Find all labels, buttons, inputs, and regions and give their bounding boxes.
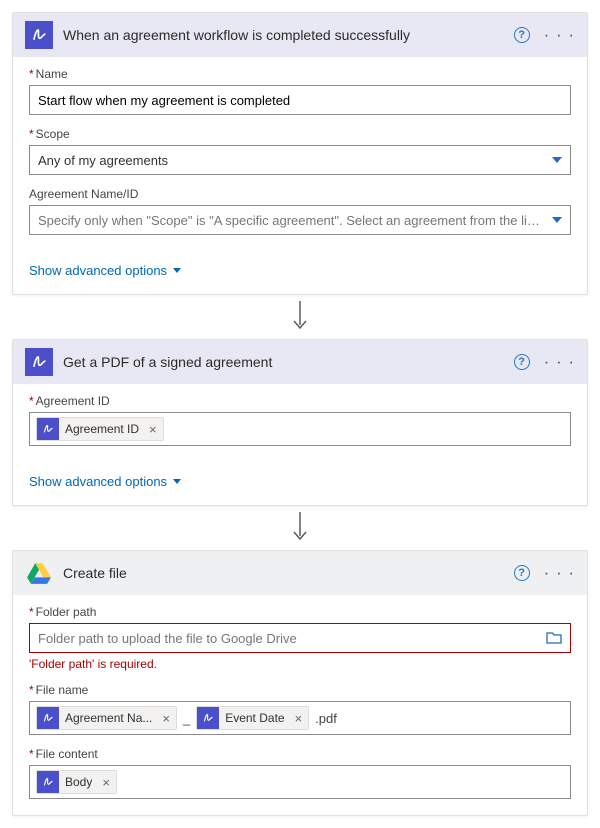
adobe-sign-icon (37, 707, 59, 729)
name-input-text[interactable] (38, 93, 562, 108)
token-label: Event Date (225, 711, 284, 725)
google-drive-icon (25, 559, 53, 587)
help-icon[interactable]: ? (514, 27, 530, 43)
scope-value: Any of my agreements (38, 153, 168, 168)
chevron-down-icon (173, 479, 181, 484)
card-title: When an agreement workflow is completed … (63, 27, 504, 43)
adobe-sign-icon (25, 21, 53, 49)
create-file-card-header[interactable]: Create file ? · · · (13, 551, 587, 595)
card-title: Create file (63, 565, 504, 581)
agreement-name-id-field: Agreement Name/ID Specify only when "Sco… (29, 187, 571, 235)
scope-field: Scope Any of my agreements (29, 127, 571, 175)
token-remove-icon[interactable]: × (158, 711, 174, 726)
trigger-card-header[interactable]: When an agreement workflow is completed … (13, 13, 587, 57)
folder-path-label: Folder path (29, 605, 571, 619)
token-label: Agreement Na... (65, 711, 152, 725)
get-pdf-card-body: Agreement ID Agreement ID × (13, 384, 587, 474)
create-file-card-body: Folder path Folder path to upload the fi… (13, 595, 587, 815)
file-name-suffix: .pdf (313, 711, 339, 726)
scope-select[interactable]: Any of my agreements (29, 145, 571, 175)
card-header-actions: ? · · · (514, 565, 575, 581)
token-remove-icon[interactable]: × (145, 422, 161, 437)
agreement-id-input[interactable]: Agreement ID × (29, 412, 571, 446)
token-body[interactable]: Body × (36, 770, 117, 794)
chevron-down-icon (552, 157, 562, 163)
adobe-sign-icon (37, 418, 59, 440)
agreement-name-id-placeholder: Specify only when "Scope" is "A specific… (38, 213, 544, 228)
get-pdf-card-header[interactable]: Get a PDF of a signed agreement ? · · · (13, 340, 587, 384)
chevron-down-icon (552, 217, 562, 223)
folder-path-field: Folder path Folder path to upload the fi… (29, 605, 571, 671)
folder-picker-icon[interactable] (546, 631, 562, 645)
trigger-card: When an agreement workflow is completed … (12, 12, 588, 295)
card-title: Get a PDF of a signed agreement (63, 354, 504, 370)
agreement-name-id-label: Agreement Name/ID (29, 187, 571, 201)
chevron-down-icon (173, 268, 181, 273)
name-label: Name (29, 67, 571, 81)
agreement-id-label: Agreement ID (29, 394, 571, 408)
create-file-card: Create file ? · · · Folder path Folder p… (12, 550, 588, 816)
folder-path-input[interactable]: Folder path to upload the file to Google… (29, 623, 571, 653)
adobe-sign-icon (197, 707, 219, 729)
trigger-card-body: Name Scope Any of my agreements Agreemen… (13, 57, 587, 263)
help-icon[interactable]: ? (514, 354, 530, 370)
file-name-label: File name (29, 683, 571, 697)
file-name-input[interactable]: Agreement Na... × _ Event Date × .pdf (29, 701, 571, 735)
file-content-field: File content Body × (29, 747, 571, 799)
file-name-field: File name Agreement Na... × _ Event Date… (29, 683, 571, 735)
agreement-name-id-select[interactable]: Specify only when "Scope" is "A specific… (29, 205, 571, 235)
file-content-label: File content (29, 747, 571, 761)
file-name-separator: _ (181, 711, 192, 726)
token-label: Agreement ID (65, 422, 139, 436)
agreement-id-field: Agreement ID Agreement ID × (29, 394, 571, 446)
token-agreement-name[interactable]: Agreement Na... × (36, 706, 177, 730)
show-advanced-link[interactable]: Show advanced options (13, 474, 197, 505)
show-advanced-label: Show advanced options (29, 263, 167, 278)
card-header-actions: ? · · · (514, 354, 575, 370)
help-icon[interactable]: ? (514, 565, 530, 581)
adobe-sign-icon (37, 771, 59, 793)
token-event-date[interactable]: Event Date × (196, 706, 309, 730)
folder-path-placeholder: Folder path to upload the file to Google… (38, 631, 297, 646)
show-advanced-label: Show advanced options (29, 474, 167, 489)
token-remove-icon[interactable]: × (98, 775, 114, 790)
scope-label: Scope (29, 127, 571, 141)
folder-path-error: 'Folder path' is required. (29, 657, 571, 671)
flow-arrow (12, 506, 588, 550)
token-agreement-id[interactable]: Agreement ID × (36, 417, 164, 441)
adobe-sign-icon (25, 348, 53, 376)
file-content-input[interactable]: Body × (29, 765, 571, 799)
get-pdf-card: Get a PDF of a signed agreement ? · · · … (12, 339, 588, 506)
name-input[interactable] (29, 85, 571, 115)
name-field: Name (29, 67, 571, 115)
card-header-actions: ? · · · (514, 27, 575, 43)
flow-arrow (12, 295, 588, 339)
show-advanced-link[interactable]: Show advanced options (13, 263, 197, 294)
token-label: Body (65, 775, 92, 789)
token-remove-icon[interactable]: × (291, 711, 307, 726)
